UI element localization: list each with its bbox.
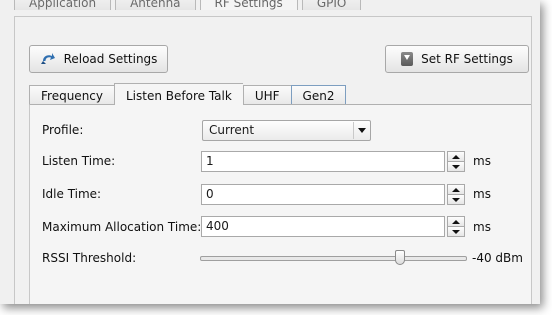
- top-tab-bar: Application Antenna RF Settings GPIO: [14, 0, 362, 12]
- rssi-threshold-value: -40 dBm: [472, 251, 523, 265]
- profile-label: Profile:: [42, 123, 84, 137]
- profile-select[interactable]: Current: [202, 120, 371, 141]
- rssi-threshold-slider[interactable]: [200, 256, 467, 261]
- download-icon: [401, 52, 414, 66]
- tab-application[interactable]: Application: [14, 0, 112, 10]
- idle-time-stepper[interactable]: [447, 184, 465, 205]
- listen-time-unit: ms: [473, 154, 491, 168]
- tab-antenna[interactable]: Antenna: [115, 0, 196, 10]
- increment-icon[interactable]: [447, 216, 465, 226]
- reload-icon: [40, 53, 55, 64]
- decrement-icon[interactable]: [447, 161, 465, 172]
- tab-gen2[interactable]: Gen2: [290, 85, 347, 105]
- max-allocation-time-label: Maximum Allocation Time:: [42, 220, 202, 234]
- max-allocation-time-input[interactable]: 400: [201, 216, 445, 237]
- listen-time-stepper[interactable]: [447, 151, 465, 172]
- tab-frequency[interactable]: Frequency: [29, 85, 114, 105]
- listen-time-label: Listen Time:: [42, 154, 116, 168]
- idle-time-unit: ms: [473, 187, 491, 201]
- rf-sub-tab-bar: Frequency Listen Before Talk UHF Gen2: [29, 83, 347, 105]
- decrement-icon[interactable]: [447, 194, 465, 205]
- tab-rf-settings[interactable]: RF Settings: [199, 0, 298, 10]
- idle-time-label: Idle Time:: [42, 187, 102, 201]
- window: Application Antenna RF Settings GPIO Rel…: [0, 0, 540, 304]
- chevron-down-icon[interactable]: [353, 122, 369, 139]
- reload-settings-button[interactable]: Reload Settings: [29, 45, 168, 73]
- profile-select-value: Current: [209, 123, 255, 137]
- max-allocation-time-stepper[interactable]: [447, 216, 465, 237]
- rssi-threshold-slider-handle[interactable]: [395, 250, 406, 265]
- set-rf-settings-button[interactable]: Set RF Settings: [385, 45, 529, 73]
- tab-gpio[interactable]: GPIO: [301, 0, 362, 10]
- idle-time-input[interactable]: 0: [201, 184, 445, 205]
- reload-settings-label: Reload Settings: [63, 52, 158, 66]
- increment-icon[interactable]: [447, 151, 465, 161]
- listen-time-input[interactable]: 1: [201, 151, 445, 172]
- rssi-threshold-label: RSSI Threshold:: [42, 251, 137, 265]
- set-rf-settings-label: Set RF Settings: [421, 52, 513, 66]
- increment-icon[interactable]: [447, 184, 465, 194]
- tab-listen-before-talk[interactable]: Listen Before Talk: [114, 83, 243, 105]
- max-allocation-time-unit: ms: [473, 220, 491, 234]
- decrement-icon[interactable]: [447, 226, 465, 237]
- tab-uhf[interactable]: UHF: [242, 85, 291, 105]
